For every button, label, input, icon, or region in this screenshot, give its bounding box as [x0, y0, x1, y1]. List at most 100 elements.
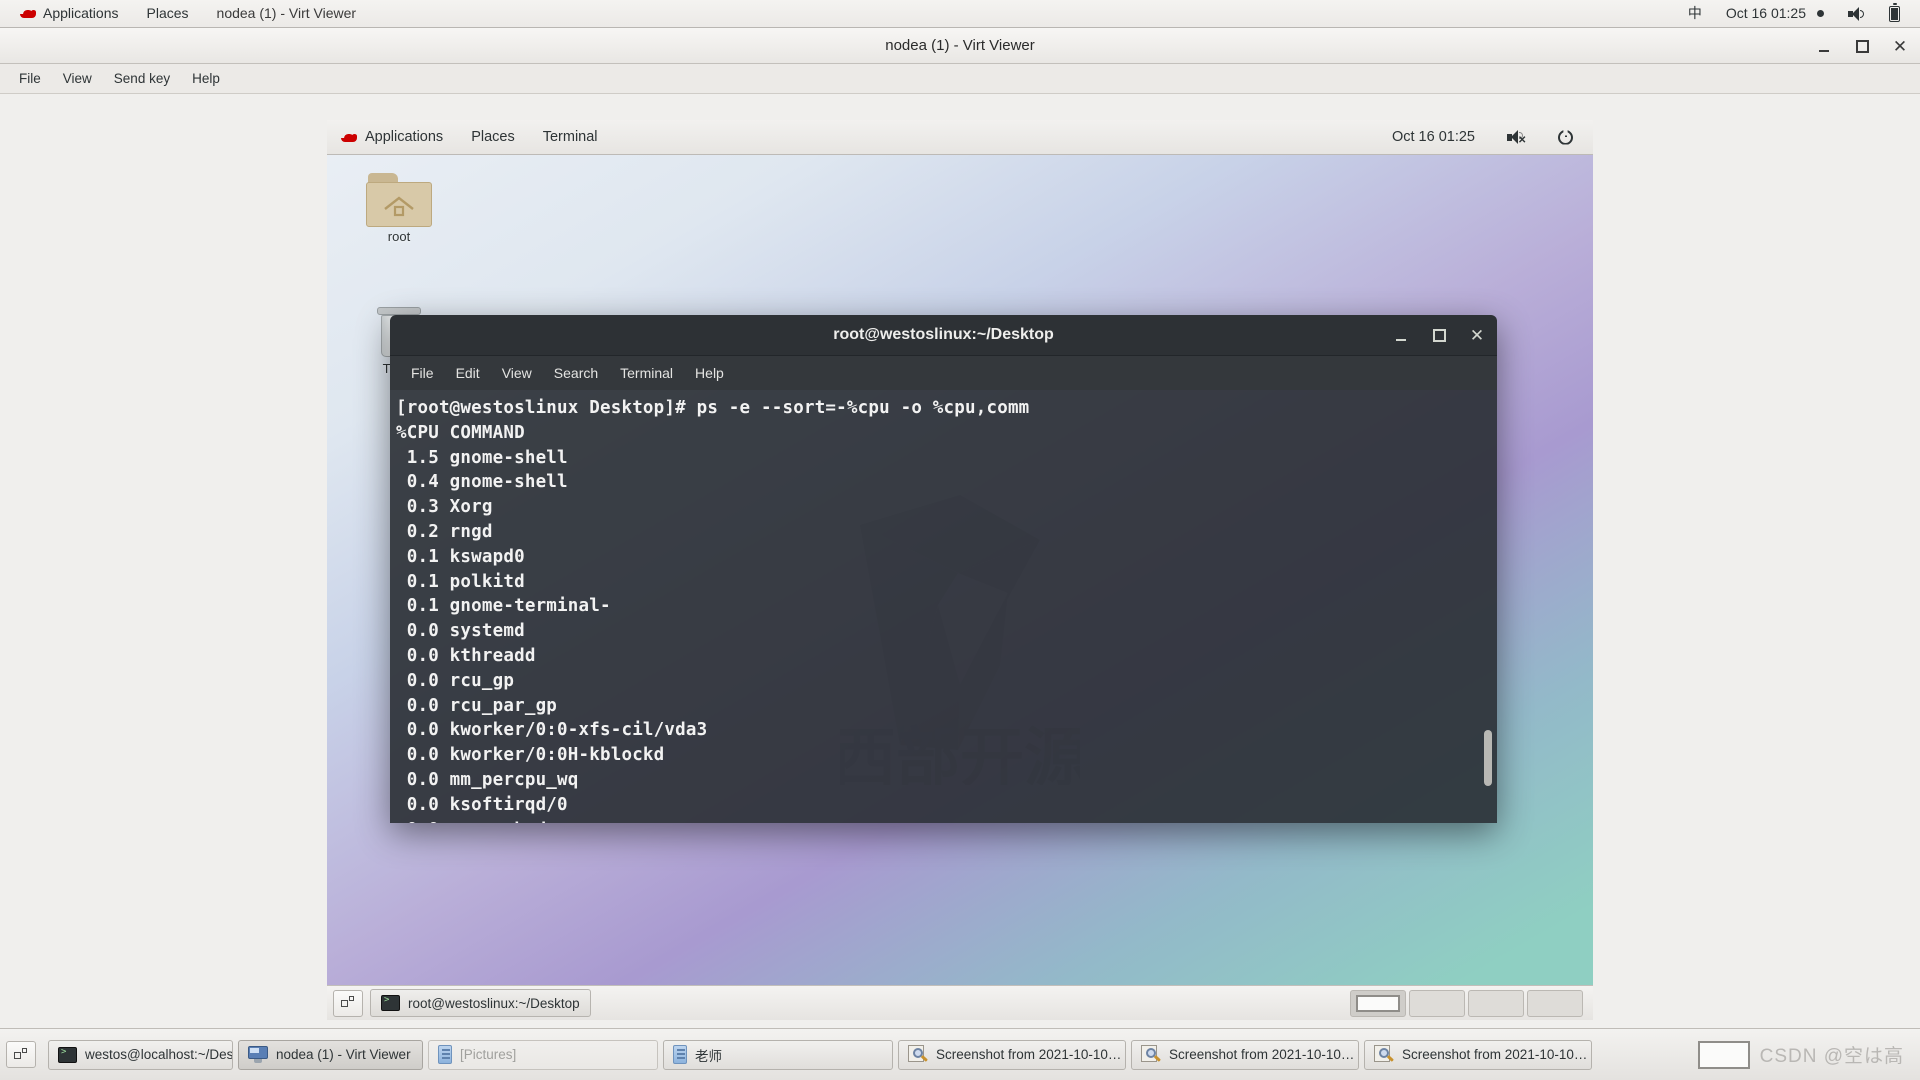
csdn-watermark: CSDN @空は高 [1759, 1046, 1904, 1067]
guest-desktop-wallpaper[interactable]: 西部开源 root Trash root@w [327, 155, 1593, 985]
virt-viewer-body: Applications Places Terminal Oct 16 01:2… [0, 95, 1920, 1028]
guest-applications-menu[interactable]: Applications [327, 120, 457, 154]
terminal-output-area[interactable]: [root@westoslinux Desktop]# ps -e --sort… [390, 390, 1497, 823]
desktop-icon-home-folder[interactable]: root [349, 173, 449, 244]
host-tray: CSDN @空は高 [1697, 1040, 1914, 1069]
virt-viewer-close-button[interactable]: ✕ [1890, 36, 1910, 56]
guest-task-terminal[interactable]: root@westoslinux:~/Desktop [370, 989, 591, 1017]
terminal-scrollbar[interactable] [1480, 390, 1494, 823]
monitor-icon [248, 1046, 268, 1063]
guest-task-terminal-label: root@westoslinux:~/Desktop [408, 995, 580, 1011]
guest-volume-button[interactable]: ✕ [1493, 120, 1540, 154]
guest-terminal-menu[interactable]: Terminal [529, 120, 612, 154]
host-task-label: Screenshot from 2021-10-10… [1169, 1047, 1355, 1062]
host-workspace-indicator[interactable] [1697, 1040, 1750, 1069]
host-task-pictures[interactable]: [Pictures] [428, 1039, 658, 1070]
guest-top-panel: Applications Places Terminal Oct 16 01:2… [327, 120, 1593, 155]
terminal-line: 0.4 gnome-shell [396, 472, 568, 493]
terminal-line: 0.0 mm_percpu_wq [396, 769, 579, 790]
host-task-virt-viewer[interactable]: nodea (1) - Virt Viewer [238, 1039, 423, 1070]
guest-clock[interactable]: Oct 16 01:25 [1378, 120, 1489, 154]
workspace-3[interactable] [1468, 989, 1524, 1017]
terminal-scrollbar-thumb[interactable] [1484, 730, 1492, 786]
host-clock[interactable]: Oct 16 01:25 [1714, 0, 1836, 27]
host-task-label: [Pictures] [460, 1047, 517, 1062]
host-battery-icon-wrap[interactable] [1877, 0, 1912, 27]
desktop-icon-home-label: root [387, 229, 411, 244]
terminal-menu-view[interactable]: View [491, 357, 543, 390]
guest-power-button[interactable] [1544, 120, 1587, 154]
host-volume-icon-wrap[interactable] [1836, 0, 1877, 27]
host-applications-label: Applications [43, 5, 119, 21]
virt-viewer-window: nodea (1) - Virt Viewer ✕ File View Send… [0, 28, 1920, 1028]
terminal-line: 0.1 kswapd0 [396, 546, 525, 567]
guest-vm-screen[interactable]: Applications Places Terminal Oct 16 01:2… [327, 120, 1593, 1020]
terminal-titlebar[interactable]: root@westoslinux:~/Desktop ✕ [390, 315, 1497, 356]
host-applications-menu[interactable]: Applications [6, 0, 133, 27]
speaker-icon [1848, 6, 1865, 21]
vv-menu-view[interactable]: View [52, 64, 103, 93]
terminal-maximize-button[interactable] [1431, 328, 1447, 344]
folder-home-icon [366, 173, 432, 227]
virt-viewer-maximize-button[interactable] [1852, 36, 1872, 56]
input-method-indicator[interactable]: 中 [1676, 0, 1714, 27]
host-task-screenshot-1[interactable]: Screenshot from 2021-10-10… [898, 1039, 1126, 1070]
terminal-line: [root@westoslinux Desktop]# ps -e --sort… [396, 398, 1030, 418]
host-active-window-label[interactable]: nodea (1) - Virt Viewer [203, 0, 371, 27]
workspace-2[interactable] [1409, 989, 1465, 1017]
terminal-menubar: File Edit View Search Terminal Help [390, 356, 1497, 390]
terminal-icon [381, 995, 400, 1011]
terminal-line: 0.3 Xorg [396, 497, 493, 518]
terminal-close-button[interactable]: ✕ [1469, 326, 1485, 345]
host-task-label: nodea (1) - Virt Viewer [276, 1047, 411, 1062]
virt-viewer-titlebar[interactable]: nodea (1) - Virt Viewer ✕ [0, 28, 1920, 64]
virt-viewer-menubar: File View Send key Help [0, 64, 1920, 94]
terminal-line: 0.0 rcu_gp [396, 670, 515, 691]
terminal-line: 0.0 kworker/0:0H-kblockd [396, 745, 665, 766]
redhat-logo-icon [20, 7, 36, 20]
host-task-label: Screenshot from 2021-10-10… [936, 1047, 1122, 1062]
gnome-terminal-window[interactable]: root@westoslinux:~/Desktop ✕ File Edit V… [390, 315, 1497, 823]
notification-dot-icon [1817, 10, 1824, 17]
terminal-line: 0.0 systemd [396, 621, 525, 642]
host-places-menu[interactable]: Places [133, 0, 203, 27]
host-task-label: 老师 [695, 1048, 722, 1064]
power-icon [1558, 129, 1573, 145]
guest-workspace-switcher[interactable] [1350, 989, 1587, 1017]
workspace-1[interactable] [1350, 989, 1406, 1017]
terminal-menu-edit[interactable]: Edit [445, 357, 491, 390]
terminal-minimize-button[interactable] [1393, 328, 1409, 344]
workspace-4[interactable] [1527, 989, 1583, 1017]
terminal-menu-help[interactable]: Help [684, 357, 735, 390]
terminal-menu-file[interactable]: File [400, 357, 445, 390]
virt-viewer-title: nodea (1) - Virt Viewer [885, 37, 1035, 54]
vv-menu-send-key[interactable]: Send key [103, 64, 181, 93]
guest-applications-label: Applications [365, 129, 444, 145]
host-task-screenshot-3[interactable]: Screenshot from 2021-10-10… [1364, 1039, 1592, 1070]
vv-menu-file[interactable]: File [8, 64, 52, 93]
host-task-westos-terminal[interactable]: westos@localhost:~/Desktop [48, 1039, 233, 1070]
host-task-screenshot-2[interactable]: Screenshot from 2021-10-10… [1131, 1039, 1359, 1070]
virt-viewer-minimize-button[interactable] [1814, 36, 1834, 56]
terminal-line: 0.0 ksoftirqd/0 [396, 794, 568, 815]
show-desktop-icon[interactable] [6, 1041, 36, 1068]
show-desktop-icon[interactable] [333, 989, 363, 1017]
battery-icon [1889, 3, 1900, 22]
terminal-line: 0.0 kworker/0:0-xfs-cil/vda3 [396, 720, 708, 741]
terminal-line: 0.2 rngd [396, 521, 493, 542]
guest-bottom-panel: root@westoslinux:~/Desktop [327, 985, 1593, 1020]
host-task-teacher-folder[interactable]: 老师 [663, 1039, 893, 1070]
terminal-menu-search[interactable]: Search [543, 357, 609, 390]
terminal-line: 0.0 rcu_sched [396, 818, 1497, 823]
redhat-logo-icon [341, 131, 357, 144]
host-task-label: Screenshot from 2021-10-10… [1402, 1047, 1588, 1062]
host-top-panel: Applications Places nodea (1) - Virt Vie… [0, 0, 1920, 28]
image-viewer-icon [908, 1045, 928, 1064]
terminal-menu-terminal[interactable]: Terminal [609, 357, 684, 390]
vv-menu-help[interactable]: Help [181, 64, 231, 93]
image-viewer-icon [1141, 1045, 1161, 1064]
terminal-line: %CPU COMMAND [396, 422, 525, 443]
terminal-line: 0.1 polkitd [396, 571, 525, 592]
terminal-title: root@westoslinux:~/Desktop [833, 326, 1054, 343]
guest-places-menu[interactable]: Places [457, 120, 529, 154]
